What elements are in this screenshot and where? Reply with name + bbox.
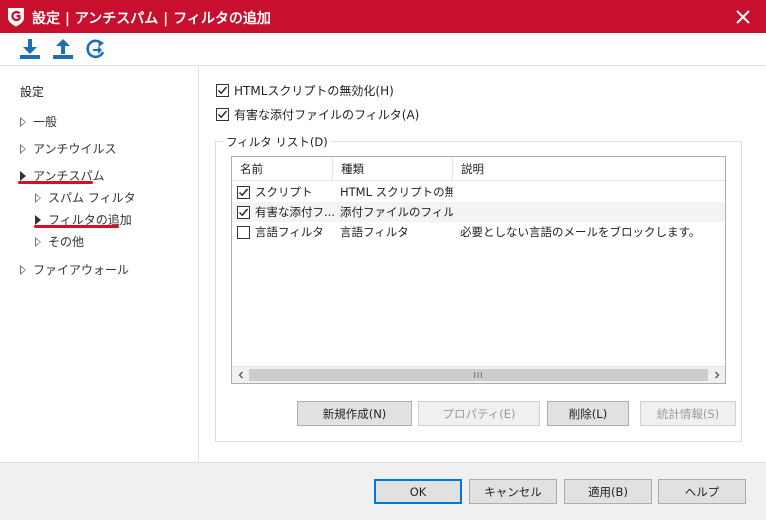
expanded-arrow-icon	[20, 171, 26, 181]
sidebar-item-general[interactable]: 一般	[20, 113, 57, 130]
content-panel: HTMLスクリプトの無効化(H) 有害な添付ファイルのフィルタ(A) フィルタ …	[200, 66, 766, 462]
checkmark-icon	[218, 86, 228, 95]
cancel-button[interactable]: キャンセル	[469, 479, 557, 504]
active-underline	[34, 225, 119, 228]
new-filter-button[interactable]: 新規作成(N)	[297, 401, 412, 426]
statistics-button[interactable]: 統計情報(S)	[640, 401, 736, 426]
delete-button[interactable]: 削除(L)	[547, 401, 629, 426]
close-icon	[736, 9, 750, 24]
scrollbar-grip-icon: III	[473, 370, 484, 380]
import-button[interactable]	[18, 38, 42, 60]
filter-type: 添付ファイルのフィルタ	[340, 205, 453, 219]
attachment-filter-checkbox[interactable]	[216, 108, 229, 121]
help-button[interactable]: ヘルプ	[658, 479, 746, 504]
name-cell: 有害な添付フ...	[237, 202, 335, 222]
import-icon	[20, 39, 40, 59]
scroll-left-button[interactable]	[232, 367, 249, 383]
export-button[interactable]	[51, 38, 75, 60]
filter-type: HTML スクリプトの無...	[340, 185, 453, 199]
dialog-footer: OK キャンセル 適用(B) ヘルプ	[0, 462, 766, 520]
name-cell: 言語フィルタ	[237, 222, 335, 242]
reset-button[interactable]	[84, 38, 108, 60]
checkmark-icon	[239, 188, 249, 196]
filter-type: 言語フィルタ	[340, 225, 409, 239]
column-header-type[interactable]: 種類	[333, 157, 453, 181]
sidebar-item-label: 一般	[33, 115, 58, 129]
apply-button[interactable]: 適用(B)	[564, 479, 652, 504]
chevron-right-icon	[714, 371, 719, 379]
filter-description	[460, 182, 722, 202]
list-header: 名前 種類 説明	[232, 157, 725, 181]
sidebar-item-label: その他	[48, 235, 85, 249]
html-script-option[interactable]: HTMLスクリプトの無効化(H)	[216, 82, 394, 99]
column-header-name[interactable]: 名前	[232, 157, 333, 181]
row-checkbox[interactable]	[237, 225, 250, 239]
column-header-description[interactable]: 説明	[453, 157, 725, 181]
filter-list-label: フィルタ リスト(D)	[223, 134, 331, 150]
sidebar-nav: 設定 一般 アンチウイルス アンチスパム スパム フィルタ フィルタの追加 その…	[0, 66, 199, 462]
ok-button[interactable]: OK	[374, 479, 462, 504]
chevron-left-icon	[238, 371, 243, 379]
sidebar-item-label: アンチウイルス	[33, 142, 117, 156]
name-cell: スクリプト	[237, 182, 335, 202]
expand-arrow-icon	[20, 265, 26, 275]
filter-name: 言語フィルタ	[255, 225, 324, 239]
active-underline	[18, 181, 93, 184]
html-script-checkbox[interactable]	[216, 84, 229, 97]
sidebar-item-other[interactable]: その他	[35, 233, 84, 250]
scroll-right-button[interactable]	[708, 367, 725, 383]
reset-icon	[86, 39, 105, 59]
sidebar-item-antivirus[interactable]: アンチウイルス	[20, 140, 117, 157]
close-button[interactable]	[720, 0, 766, 33]
gdata-logo-icon	[8, 8, 24, 27]
filter-name: スクリプト	[255, 185, 313, 199]
attachment-filter-label: 有害な添付ファイルのフィルタ(A)	[234, 108, 420, 122]
export-icon	[53, 39, 73, 59]
filter-list-group: フィルタ リスト(D) 名前 種類 説明 スクリプト HTML スクリプトの無.…	[215, 134, 742, 442]
expand-arrow-icon	[35, 193, 41, 203]
nav-root-settings: 設定	[20, 85, 45, 99]
horizontal-scrollbar[interactable]: III	[232, 366, 725, 383]
list-item[interactable]: 言語フィルタ 言語フィルタ 必要としない言語のメールをブロックします。	[232, 222, 725, 242]
filter-name: 有害な添付フ...	[255, 205, 335, 219]
sidebar-item-firewall[interactable]: ファイアウォール	[20, 261, 129, 278]
window-title: 設定 | アンチスパム | フィルタの追加	[32, 11, 271, 27]
properties-button[interactable]: プロパティ(E)	[418, 401, 540, 426]
html-script-label: HTMLスクリプトの無効化(H)	[234, 84, 394, 98]
checkmark-icon	[239, 208, 249, 216]
scrollbar-thumb[interactable]: III	[249, 369, 708, 381]
expand-arrow-icon	[35, 237, 41, 247]
filter-description: 必要としない言語のメールをブロックします。	[460, 225, 701, 239]
expand-arrow-icon	[20, 144, 26, 154]
expand-arrow-icon	[20, 117, 26, 127]
filter-list[interactable]: 名前 種類 説明 スクリプト HTML スクリプトの無...	[231, 156, 726, 384]
attachment-filter-option[interactable]: 有害な添付ファイルのフィルタ(A)	[216, 106, 419, 123]
main-panel: 設定 一般 アンチウイルス アンチスパム スパム フィルタ フィルタの追加 その…	[0, 66, 766, 462]
row-checkbox[interactable]	[237, 185, 250, 199]
row-checkbox[interactable]	[237, 205, 250, 219]
toolbar	[0, 33, 766, 66]
filter-description	[460, 202, 722, 222]
sidebar-item-label: ファイアウォール	[33, 263, 130, 277]
sidebar-item-label: スパム フィルタ	[48, 191, 136, 205]
list-item[interactable]: スクリプト HTML スクリプトの無...	[232, 182, 725, 202]
sidebar-item-spam-filter[interactable]: スパム フィルタ	[35, 189, 136, 206]
expand-arrow-icon	[35, 215, 41, 225]
list-item[interactable]: 有害な添付フ... 添付ファイルのフィルタ	[232, 202, 725, 222]
title-bar: 設定 | アンチスパム | フィルタの追加	[0, 0, 766, 33]
checkmark-icon	[218, 110, 228, 119]
